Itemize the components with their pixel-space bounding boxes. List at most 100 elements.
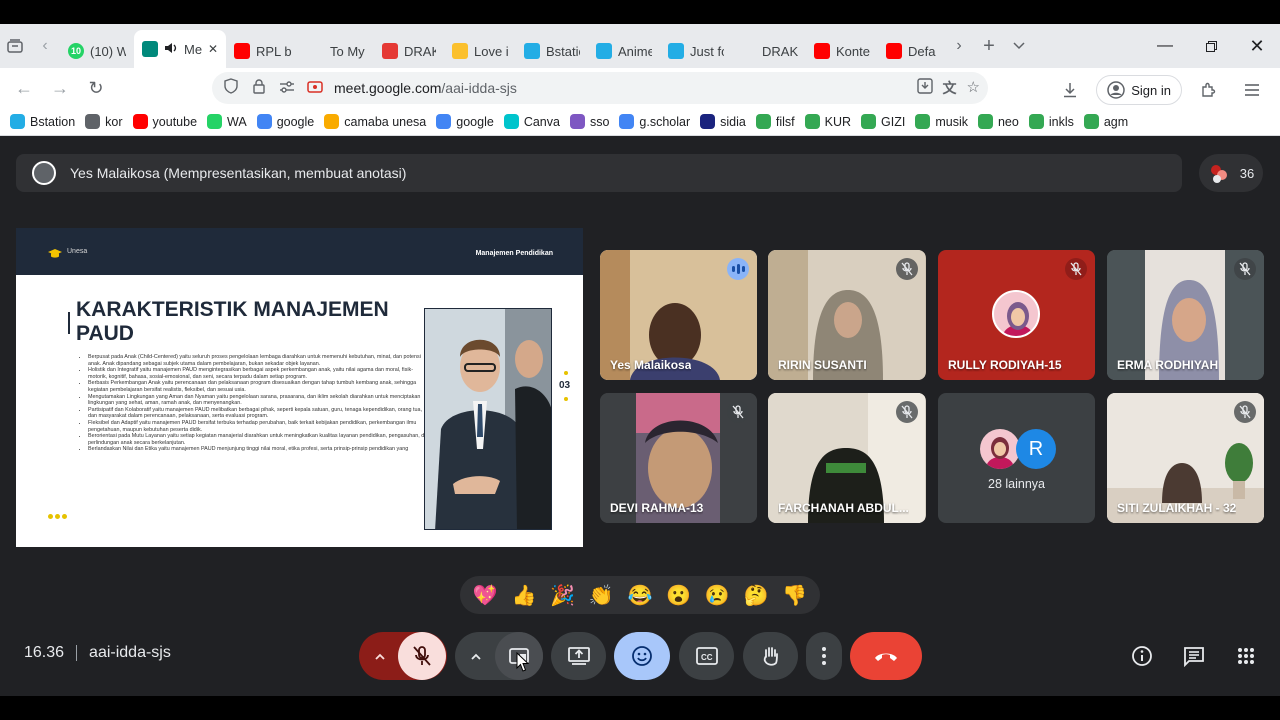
browser-tab[interactable]: Anime [588,34,660,68]
bookmark-item[interactable]: camaba unesa [324,114,426,129]
reaction-emoji-button[interactable]: 👏 [586,583,616,608]
bookmark-item[interactable]: musik [915,114,968,129]
downloads-icon[interactable] [1052,72,1088,108]
shield-icon[interactable] [222,78,240,98]
browser-tab[interactable]: Mee ✕ [134,30,226,68]
bookmarks-bar: Bstation kor youtube WA google camaba unesa go… [0,108,1280,136]
bookmark-item[interactable]: KUR [804,114,851,129]
present-screen-button[interactable] [551,632,606,680]
browser-tab[interactable]: DRAKORIN [732,34,806,68]
bookmark-item[interactable]: kor [85,114,123,129]
extensions-icon[interactable] [1190,72,1226,108]
reaction-emoji-button[interactable]: 😮 [664,583,694,608]
scroll-tabs-right-icon[interactable]: › [944,31,974,61]
leave-call-button[interactable] [850,632,922,680]
activities-grid-icon[interactable] [1234,644,1258,668]
bookmark-item[interactable]: sidia [700,114,746,129]
browser-tab[interactable]: Love i [444,34,516,68]
browser-menu-icon[interactable] [1234,72,1270,108]
bookmark-item[interactable]: google [436,114,494,129]
participant-tile[interactable]: DEVI RAHMA-13 [600,393,757,523]
meeting-details-info-icon[interactable] [1130,644,1154,668]
browser-tab[interactable]: Just fo [660,34,732,68]
bookmark-item[interactable]: youtube [132,114,197,129]
reaction-emoji-button[interactable]: 😢 [702,583,732,608]
browser-tab[interactable]: Konter [806,34,878,68]
bookmark-item[interactable]: WA [207,114,247,129]
page-icon [740,43,756,59]
tab-search-icon[interactable] [0,31,30,61]
site-permissions-icon[interactable] [278,80,296,97]
bookmark-label: inkls [1048,114,1074,129]
back-icon[interactable]: ← [6,70,42,106]
browser-tab[interactable]: 10 (10) W [60,34,134,68]
meeting-code[interactable]: aai-idda-sjs [89,644,171,662]
participant-tile[interactable]: SITI ZULAIKHAH - 32 [1107,393,1264,523]
reaction-emoji-button[interactable]: 😂 [625,583,655,608]
close-window-icon[interactable]: ✕ [1234,24,1280,68]
bookmark-item[interactable]: Canva [503,114,560,129]
bookmark-label: Bstation [30,114,76,129]
translate-icon[interactable]: 文 [943,78,957,98]
bookmark-item[interactable]: neo [977,114,1019,129]
reaction-emoji-button[interactable]: 💖 [470,583,500,608]
participant-tile[interactable]: Yes Malaikosa [600,250,757,380]
bookmark-item[interactable]: g.scholar [619,114,690,129]
svg-text:CC: CC [701,653,713,662]
browser-tab[interactable]: Defau [878,34,944,68]
url-text[interactable]: meet.google.com/aai-idda-sjs [334,80,517,96]
bookmark-label: neo [997,114,1019,129]
captions-button[interactable]: CC [679,632,734,680]
present-screen-icon [567,647,590,665]
bstation-icon [668,43,684,59]
bookmark-item[interactable]: inkls [1028,114,1074,129]
bookmark-label: agm [1103,114,1129,129]
browser-tab[interactable]: Bstatio [516,34,588,68]
reaction-emoji-button[interactable]: 👍 [509,583,539,608]
browser-tab[interactable]: RPL ba [226,34,300,68]
lock-icon[interactable] [250,78,268,98]
participant-tile[interactable]: RULLY RODIYAH-15 [938,250,1095,380]
participants-count-button[interactable]: 36 [1199,154,1263,192]
browser-tab[interactable]: DRAKO [374,34,444,68]
reaction-emoji-button[interactable]: 🎉 [548,583,578,608]
bookmark-favicon-icon [977,114,993,129]
address-bar[interactable]: meet.google.com/aai-idda-sjs 文 ☆ [212,72,988,104]
browser-tab[interactable]: To My Belo [300,34,374,68]
bookmark-item[interactable]: agm [1083,114,1129,129]
bookmark-item[interactable]: filsf [755,114,795,129]
tab-list-chevron-icon[interactable] [1004,31,1034,61]
reactions-button[interactable] [614,632,670,680]
sign-in-button[interactable]: Sign in [1096,75,1182,105]
bookmark-item[interactable]: GIZI [861,114,905,129]
forward-icon[interactable]: → [42,70,78,106]
restore-icon[interactable] [1188,24,1234,68]
reaction-emoji-button[interactable]: 🤔 [741,583,771,608]
reload-icon[interactable]: ↻ [78,70,114,106]
bookmark-favicon-icon [503,114,519,129]
other-participants-tile[interactable]: R 28 lainnya [938,393,1095,523]
close-tab-icon[interactable]: ✕ [208,42,218,56]
raise-hand-button[interactable] [743,632,798,680]
bookmark-star-icon[interactable]: ☆ [967,78,980,98]
minimize-icon[interactable]: — [1142,24,1188,68]
tab-audio-icon[interactable] [164,42,178,57]
microphone-toggle-button[interactable] [398,632,446,680]
chat-icon[interactable] [1182,644,1206,668]
participants-avatars-icon [1210,165,1227,183]
participant-name: Yes Malaikosa [610,358,692,372]
slide-title-accent [68,312,70,334]
more-options-button[interactable] [806,632,842,680]
reaction-emoji-button[interactable]: 👎 [780,583,810,608]
participant-tile[interactable]: FARCHANAH ABDUL... [768,393,926,523]
bookmark-item[interactable]: google [256,114,314,129]
scroll-tabs-left-icon[interactable]: ‹ [30,31,60,61]
bookmark-item[interactable]: sso [569,114,609,129]
new-tab-icon[interactable]: + [974,31,1004,61]
recording-indicator-icon[interactable] [306,80,324,97]
install-app-icon[interactable] [916,78,933,98]
participant-tile[interactable]: RIRIN SUSANTI [768,250,926,380]
bookmark-item[interactable]: Bstation [10,114,75,129]
drakor-icon [382,43,398,59]
participant-tile[interactable]: ERMA RODHIYAH [1107,250,1264,380]
